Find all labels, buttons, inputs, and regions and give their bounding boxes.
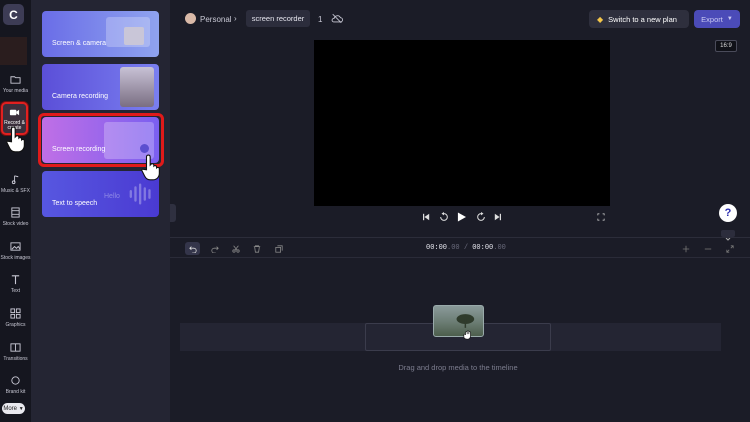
drop-hint: Drag and drop media to the timeline xyxy=(398,363,518,372)
rail-label: Your media xyxy=(2,88,29,94)
undo-icon[interactable] xyxy=(185,242,200,255)
duplicate-icon[interactable] xyxy=(271,242,286,255)
time-current-fraction: .00 xyxy=(447,244,460,252)
fullscreen-icon[interactable] xyxy=(596,211,606,222)
rail-label: Text xyxy=(10,288,21,294)
tree-graphic xyxy=(456,314,475,328)
skip-back-icon[interactable] xyxy=(421,211,431,222)
more-button[interactable]: More ▼ xyxy=(2,403,25,414)
rail-item-brand-kit[interactable]: Brand kit xyxy=(0,375,31,395)
cloud-off-icon[interactable] xyxy=(331,13,343,24)
zoom-out-icon[interactable] xyxy=(700,242,715,255)
rail-item-music-sfx[interactable]: Music & SFX xyxy=(0,174,31,194)
hello-graphic-text: Hello xyxy=(104,193,120,200)
collapse-icon[interactable] xyxy=(721,230,735,241)
record-create-panel: Screen & camera Camera recording Screen … xyxy=(31,0,170,422)
camera-person-graphic xyxy=(124,27,144,45)
rewind-5s-icon[interactable] xyxy=(438,211,449,222)
camera-person-photo xyxy=(120,67,154,107)
chevron-right-icon: › xyxy=(234,14,237,23)
timeline-toolbar: 00:00.00 / 00:00.00 xyxy=(170,237,750,257)
fit-timeline-icon[interactable] xyxy=(722,242,737,255)
zoom-in-icon[interactable] xyxy=(678,242,693,255)
chevron-down-icon: ▼ xyxy=(726,16,733,22)
card-screen-camera[interactable]: Screen & camera xyxy=(42,11,159,57)
rail-label: Brand kit xyxy=(5,389,26,395)
text-icon xyxy=(11,275,20,285)
project-name-field[interactable]: screen recorder xyxy=(246,10,310,27)
transition-icon xyxy=(10,343,21,352)
hand-cursor-icon xyxy=(141,154,160,181)
card-label: Camera recording xyxy=(52,93,109,100)
music-note-icon xyxy=(11,175,19,185)
rail-label: Graphics xyxy=(5,322,26,328)
left-icon-rail: C Your media Record & create Music & SFX… xyxy=(0,0,31,422)
export-label: Export xyxy=(701,14,723,24)
card-label: Text to speech xyxy=(52,200,98,207)
switch-plan-button[interactable]: ◆ Switch to a new plan xyxy=(589,10,689,28)
user-avatar[interactable] xyxy=(0,37,27,65)
shapes-icon xyxy=(10,308,21,319)
folder-icon xyxy=(10,76,21,84)
timeline-divider xyxy=(170,257,750,258)
breadcrumb-workspace[interactable]: Personal xyxy=(200,15,232,24)
more-label: More xyxy=(3,405,18,412)
rail-item-stock-video[interactable]: Stock video xyxy=(0,207,31,227)
time-total: 00:00 xyxy=(472,244,494,252)
rail-label: Transitions xyxy=(3,356,28,362)
skip-forward-icon[interactable] xyxy=(493,211,503,222)
export-button[interactable]: Export ▼ xyxy=(694,10,740,28)
diamond-icon: ◆ xyxy=(597,14,604,24)
page-count: 1 xyxy=(318,15,323,24)
rail-item-graphics[interactable]: Graphics xyxy=(0,308,31,328)
rail-item-your-media[interactable]: Your media xyxy=(0,74,31,94)
chevron-down-icon: ▼ xyxy=(18,405,24,412)
brand-icon xyxy=(11,376,20,385)
time-separator: / xyxy=(459,244,473,252)
forward-5s-icon[interactable] xyxy=(475,211,486,222)
sound-wave-icon xyxy=(129,183,151,205)
rail-label: Stock video xyxy=(2,221,29,227)
workspace-avatar xyxy=(185,13,196,24)
time-total-fraction: .00 xyxy=(493,244,506,252)
play-icon[interactable] xyxy=(456,211,467,222)
switch-plan-label: Switch to a new plan xyxy=(608,14,677,24)
image-icon xyxy=(10,242,21,251)
aspect-ratio-button[interactable]: 16:9 xyxy=(715,40,737,52)
clipchamp-logo[interactable]: C xyxy=(3,4,24,25)
rail-item-transitions[interactable]: Transitions xyxy=(0,342,31,362)
timecode: 00:00.00 / 00:00.00 xyxy=(426,244,506,252)
rail-label: Stock images xyxy=(0,255,31,261)
video-preview[interactable] xyxy=(314,40,610,206)
rail-item-text[interactable]: Text xyxy=(0,274,31,294)
dragged-media-thumbnail[interactable] xyxy=(433,305,484,337)
time-current: 00:00 xyxy=(426,244,448,252)
video-camera-icon xyxy=(9,109,20,116)
grab-hand-cursor-icon xyxy=(463,330,471,340)
panel-collapse-handle[interactable] xyxy=(170,204,176,222)
rail-item-stock-images[interactable]: Stock images xyxy=(0,241,31,261)
card-camera-recording[interactable]: Camera recording xyxy=(42,64,159,110)
trash-icon[interactable] xyxy=(249,242,264,255)
film-icon xyxy=(11,207,20,218)
redo-icon[interactable] xyxy=(207,242,222,255)
card-label: Screen & camera xyxy=(52,40,107,47)
top-header: Personal › screen recorder 1 ◆ Switch to… xyxy=(170,0,750,37)
scissors-icon[interactable] xyxy=(228,242,243,255)
help-button[interactable]: ? xyxy=(719,204,737,222)
rail-label: Music & SFX xyxy=(1,188,30,194)
hand-cursor-icon xyxy=(6,126,25,153)
